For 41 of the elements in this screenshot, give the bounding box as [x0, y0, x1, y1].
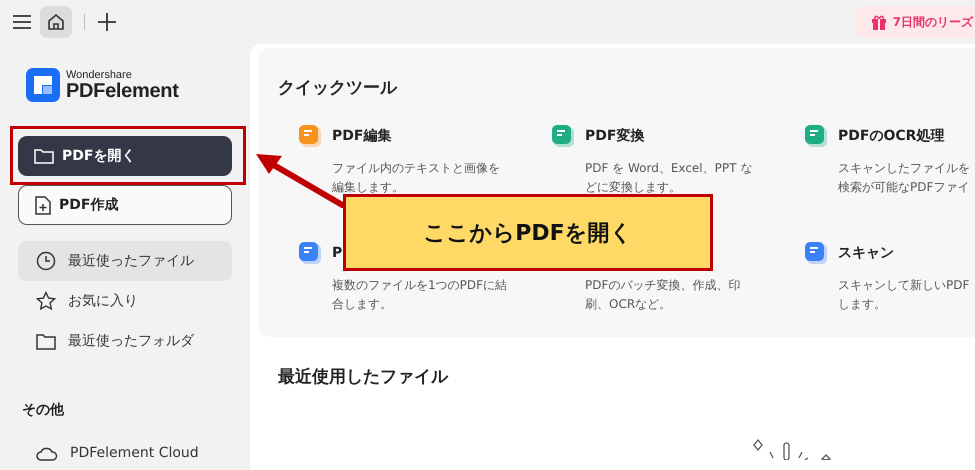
section-heading: その他 [22, 401, 66, 419]
folder-icon [36, 332, 56, 350]
add-tab-icon[interactable] [97, 12, 117, 32]
tool-icon[interactable] [804, 241, 828, 265]
tool-title[interactable]: P [332, 245, 342, 261]
tool-title[interactable]: PDF編集 [332, 127, 392, 145]
home-icon [47, 13, 65, 31]
logo-product: PDFelement [66, 80, 179, 100]
section-title: クイックツール [278, 77, 398, 99]
tool-description: スキャンしたファイルを 検索が可能なPDFファイ [837, 160, 971, 196]
tool-title[interactable]: スキャン [838, 244, 894, 262]
star-icon [36, 291, 56, 311]
tool-description: ファイル内のテキストと画像を 編集します。 [331, 160, 501, 196]
add-file-icon [35, 196, 51, 214]
tool-icon[interactable] [551, 124, 575, 148]
tool-description: PDF を Word、Excel、PPT な どに変換します。 [584, 160, 754, 196]
tool-title[interactable]: PDFのOCR処理 [838, 127, 944, 145]
nav-item[interactable]: PDFelement Cloud [18, 433, 232, 470]
gift-icon [870, 13, 888, 31]
callout-label: ここからPDFを開く [343, 194, 713, 271]
tool-description: スキャンして新しいPDF します。 [837, 277, 970, 313]
tool-title[interactable]: PDF変換 [585, 127, 644, 145]
nav-item[interactable]: お気に入り [18, 281, 232, 321]
section-title: 最近使用したファイル [278, 366, 450, 388]
open-pdf-button[interactable]: PDFを開く [18, 136, 232, 176]
tool-description: PDFのバッチ変換、作成、印 刷、OCRなど。 [584, 277, 742, 313]
folder-icon [34, 148, 54, 164]
clock-icon [36, 251, 56, 271]
logo-brand: Wondershare [66, 70, 133, 80]
nav-item[interactable]: 最近使ったファイル [18, 241, 232, 281]
home-button[interactable] [40, 6, 72, 38]
tool-icon[interactable] [298, 241, 322, 265]
promo-badge[interactable]: 7日間のリーズ [856, 6, 975, 38]
logo-icon [26, 68, 60, 102]
tool-description: 複数のファイルを1つのPDFに結 合します。 [331, 277, 508, 313]
tool-icon[interactable] [298, 124, 322, 148]
cloud-icon [36, 445, 58, 461]
tool-icon[interactable] [804, 124, 828, 148]
create-pdf-button[interactable]: PDF作成 [18, 185, 232, 225]
menu-icon[interactable] [12, 14, 32, 30]
nav-item[interactable]: 最近使ったフォルダ [18, 321, 232, 361]
